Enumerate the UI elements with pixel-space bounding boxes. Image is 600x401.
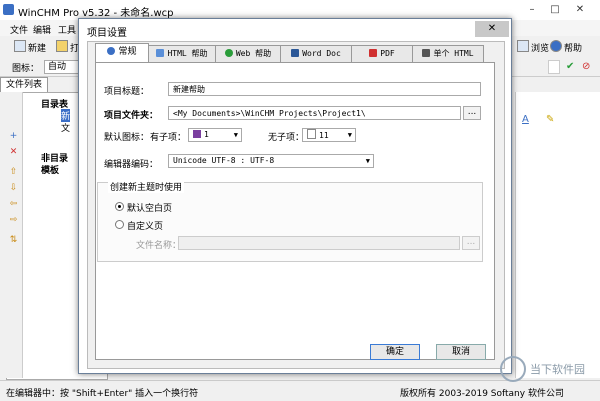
- minimize-button[interactable]: –: [522, 2, 542, 17]
- menu-edit[interactable]: 编辑: [33, 23, 51, 36]
- encoding-value: Unicode UTF-8 : UTF-8: [173, 156, 275, 165]
- tab-single-html[interactable]: 单个 HTML: [412, 45, 484, 62]
- with-children-select[interactable]: 1 ▼: [188, 128, 242, 142]
- tab-web-help[interactable]: Web 帮助: [215, 45, 281, 62]
- document-icon: [422, 49, 431, 57]
- move-icon[interactable]: ⇅: [9, 236, 18, 245]
- browse-folder-button[interactable]: ...: [463, 106, 481, 120]
- tree-item-template[interactable]: 模板: [41, 163, 59, 176]
- status-copyright: 版权所有 2003-2019 Softany 软件公司: [400, 389, 564, 399]
- tab-html-help-label: HTML 帮助: [167, 49, 208, 58]
- chevron-down-icon: ▼: [365, 157, 370, 165]
- new-button[interactable]: 新建: [14, 40, 46, 54]
- new-label: 新建: [28, 44, 47, 54]
- arrow-left-icon[interactable]: ⇦: [9, 200, 18, 209]
- dialog-title: 项目设置: [87, 28, 127, 39]
- with-children-label: 有子项：: [150, 133, 187, 143]
- help-icon: [550, 40, 562, 52]
- browser-icon: [517, 40, 529, 52]
- menu-tools[interactable]: 工具: [58, 23, 76, 36]
- tab-pdf[interactable]: PDF: [351, 45, 413, 62]
- tab-html-help[interactable]: HTML 帮助: [148, 45, 216, 62]
- chevron-down-icon: ▼: [233, 131, 238, 139]
- general-icon: [107, 47, 116, 55]
- status-hint: 在编辑器中：按 "Shift+Enter" 插入一个换行符: [6, 389, 199, 399]
- tree-toolbar: + ✕ ⇧ ⇩ ⇦ ⇨ ⇅: [6, 92, 23, 378]
- settings-tabs: 常规 HTML 帮助 Web 帮助 Word Doc PDF 单个 HTML: [95, 43, 495, 63]
- project-folder-field[interactable]: <My Documents>\WinCHM Projects\Project1\: [168, 106, 461, 120]
- tab-single-html-label: 单个 HTML: [433, 49, 474, 58]
- window-title: WinCHM Pro v5.32 - 未命名.wcp: [18, 8, 174, 19]
- chevron-down-icon: ▼: [347, 131, 352, 139]
- cancel-button[interactable]: 取消: [436, 344, 486, 360]
- view-label: 浏览: [531, 44, 550, 54]
- help-label: 帮助: [564, 44, 583, 54]
- new-file-icon: [14, 40, 26, 52]
- tab-word-doc[interactable]: Word Doc: [280, 45, 352, 62]
- arrow-right-icon[interactable]: ⇨: [9, 216, 18, 225]
- tree-item-doc[interactable]: 文: [61, 121, 70, 134]
- globe-icon: [224, 49, 233, 57]
- encoding-label: 编辑器编码：: [104, 160, 159, 170]
- default-icon-label: 默认图标：: [104, 133, 150, 143]
- menu-file[interactable]: 文件: [10, 23, 28, 36]
- dialog-close-icon[interactable]: ✕: [475, 21, 509, 37]
- filename-label: 文件名称：: [136, 241, 182, 251]
- highlight-icon[interactable]: ✎: [546, 114, 554, 125]
- default-blank-radio[interactable]: [115, 202, 124, 211]
- without-children-label: 无子项：: [268, 133, 305, 143]
- watermark-logo: 当下软件园: [500, 352, 596, 386]
- close-icon[interactable]: ✕: [570, 2, 590, 17]
- tab-general[interactable]: 常规: [95, 43, 149, 63]
- tab-word-doc-label: Word Doc: [302, 49, 341, 58]
- watermark-icon: [500, 356, 526, 382]
- page-icon: [307, 129, 316, 139]
- custom-page-radio[interactable]: [115, 220, 124, 229]
- arrow-down-icon[interactable]: ⇩: [9, 184, 18, 193]
- pdf-icon: [369, 49, 378, 57]
- browse-file-button[interactable]: ...: [462, 236, 480, 250]
- confirm-icon[interactable]: ✔: [566, 61, 574, 72]
- folder-icon: [56, 40, 68, 52]
- arrow-up-icon[interactable]: ⇧: [9, 168, 18, 177]
- maximize-button[interactable]: □: [545, 2, 565, 17]
- tab-pdf-label: PDF: [380, 49, 395, 58]
- default-blank-label[interactable]: 默认空白页: [127, 201, 172, 214]
- icon-label: 图标：: [12, 64, 40, 74]
- word-icon: [291, 49, 300, 57]
- add-icon[interactable]: +: [9, 132, 18, 141]
- book-icon: [193, 130, 201, 138]
- delete-icon[interactable]: ✕: [9, 148, 18, 157]
- group-title: 创建新主题时使用: [108, 180, 185, 193]
- with-children-value: 1: [204, 130, 209, 139]
- search-box[interactable]: [548, 60, 560, 74]
- cancel-icon[interactable]: ⊘: [582, 61, 590, 72]
- filename-field[interactable]: [178, 236, 460, 250]
- ok-button[interactable]: 确定: [370, 344, 420, 360]
- project-title-field[interactable]: 新建帮助: [168, 82, 481, 96]
- project-title-label: 项目标题：: [104, 87, 150, 97]
- font-color-icon[interactable]: A: [522, 114, 529, 125]
- tab-web-help-label: Web 帮助: [235, 49, 272, 58]
- without-children-value: 11: [319, 131, 329, 140]
- dialog-title-bar: 项目设置 ✕: [79, 19, 511, 41]
- editor-panel: A ✎: [515, 92, 600, 378]
- help-button[interactable]: 帮助: [550, 40, 582, 54]
- custom-page-label[interactable]: 自定义页: [127, 219, 163, 232]
- project-folder-label: 项目文件夹：: [104, 111, 159, 121]
- app-icon: [3, 4, 14, 15]
- view-button[interactable]: 浏览: [517, 40, 549, 54]
- watermark-text: 当下软件园: [530, 363, 585, 376]
- file-list-tab[interactable]: 文件列表: [0, 77, 48, 92]
- tab-general-label: 常规: [118, 47, 137, 57]
- html-help-icon: [156, 49, 165, 57]
- encoding-select[interactable]: Unicode UTF-8 : UTF-8 ▼: [168, 154, 374, 168]
- without-children-select[interactable]: 11 ▼: [302, 128, 356, 142]
